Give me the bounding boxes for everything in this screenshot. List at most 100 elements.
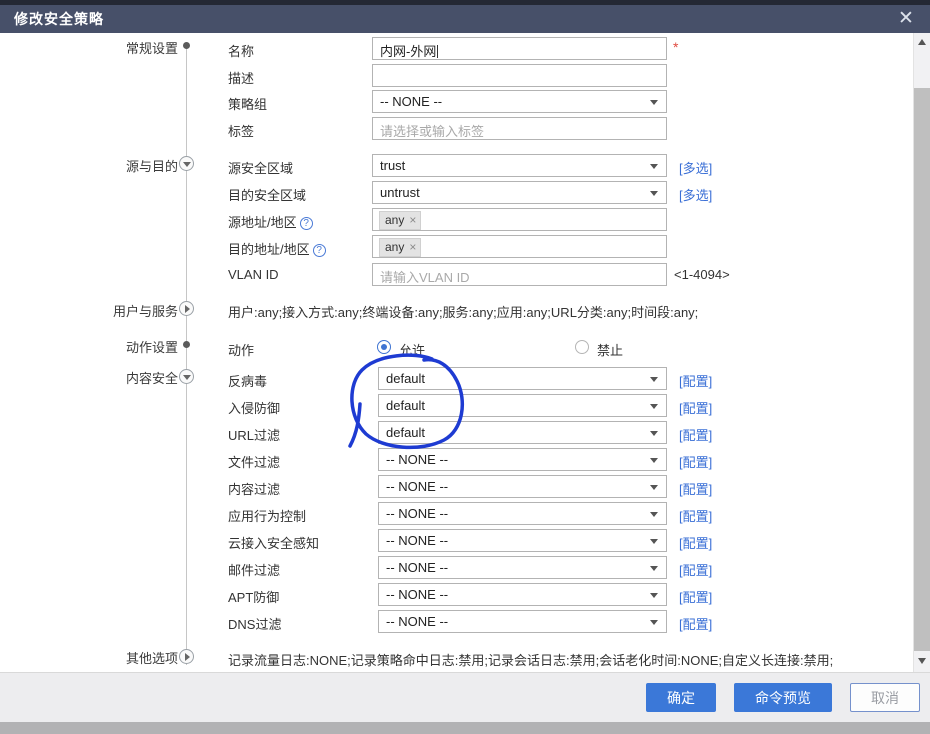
app-behavior-config-link[interactable]: [配置]: [679, 506, 712, 525]
url-filter-value: default: [386, 425, 425, 440]
form-row-vlan: VLAN ID 请输入VLAN ID <1-4094>: [0, 263, 913, 287]
form-row-action: 动作 允许 禁止: [0, 336, 913, 360]
app-behavior-select[interactable]: -- NONE --: [378, 502, 667, 525]
allow-radio-label: 允许: [399, 340, 425, 359]
form-row-mail-filter: 邮件过滤 -- NONE -- [配置]: [0, 556, 913, 580]
ok-button[interactable]: 确定: [646, 683, 716, 712]
help-icon[interactable]: ?: [300, 217, 313, 230]
vlan-input[interactable]: 请输入VLAN ID: [372, 263, 667, 286]
dst-zone-value: untrust: [380, 185, 420, 200]
src-address-label-text: 源地址/地区: [228, 215, 297, 230]
url-filter-config-link[interactable]: [配置]: [679, 425, 712, 444]
form-row-file-filter: 文件过滤 -- NONE -- [配置]: [0, 448, 913, 472]
apt-defense-value: -- NONE --: [386, 587, 448, 602]
scrollbar-thumb[interactable]: [914, 88, 930, 651]
tag-input[interactable]: 请选择或输入标签: [372, 117, 667, 140]
name-label: 名称: [228, 41, 254, 60]
policy-group-select[interactable]: -- NONE --: [372, 90, 667, 113]
dst-zone-select[interactable]: untrust: [372, 181, 667, 204]
close-icon[interactable]: ✕: [894, 7, 918, 31]
dialog-title: 修改安全策略: [14, 9, 104, 29]
dialog-titlebar: 修改安全策略 ✕: [0, 5, 930, 33]
cloud-access-config-link[interactable]: [配置]: [679, 533, 712, 552]
form-row-tag: 标签 请选择或输入标签: [0, 117, 913, 141]
dns-filter-select[interactable]: -- NONE --: [378, 610, 667, 633]
url-filter-select[interactable]: default: [378, 421, 667, 444]
src-zone-multi-link[interactable]: [多选]: [679, 158, 712, 177]
dropdown-caret-icon: [650, 404, 658, 409]
allow-radio[interactable]: [377, 340, 391, 354]
dropdown-caret-icon: [650, 620, 658, 625]
dst-zone-multi-link[interactable]: [多选]: [679, 185, 712, 204]
cloud-access-select[interactable]: -- NONE --: [378, 529, 667, 552]
help-icon[interactable]: ?: [313, 244, 326, 257]
src-address-input[interactable]: any ×: [372, 208, 667, 231]
form-row-dns-filter: DNS过滤 -- NONE -- [配置]: [0, 610, 913, 634]
required-asterisk: *: [673, 39, 678, 55]
apt-defense-config-link[interactable]: [配置]: [679, 587, 712, 606]
name-value: 内网-外网: [380, 44, 436, 59]
apt-defense-select[interactable]: -- NONE --: [378, 583, 667, 606]
dns-filter-config-link[interactable]: [配置]: [679, 614, 712, 633]
other-options-summary: 记录流量日志:NONE;记录策略命中日志:禁用;记录会话日志:禁用;会话老化时间…: [228, 650, 833, 669]
app-behavior-value: -- NONE --: [386, 506, 448, 521]
address-chip: any ×: [379, 211, 421, 230]
remove-chip-icon[interactable]: ×: [409, 240, 416, 254]
content-filter-value: -- NONE --: [386, 479, 448, 494]
form-row-dst-address: 目的地址/地区? any×: [0, 235, 913, 259]
form-row-name: 名称 内网-外网 *: [0, 37, 913, 61]
dropdown-caret-icon: [650, 539, 658, 544]
scroll-up-icon[interactable]: [918, 39, 926, 45]
action-label: 动作: [228, 340, 254, 359]
command-preview-button[interactable]: 命令预览: [734, 683, 832, 712]
ips-value: default: [386, 398, 425, 413]
dst-address-label: 目的地址/地区?: [228, 239, 326, 258]
src-zone-select[interactable]: trust: [372, 154, 667, 177]
description-input[interactable]: [372, 64, 667, 87]
form-row-app-behavior: 应用行为控制 -- NONE -- [配置]: [0, 502, 913, 526]
file-filter-select[interactable]: -- NONE --: [378, 448, 667, 471]
antivirus-label: 反病毒: [228, 371, 267, 390]
description-label: 描述: [228, 68, 254, 87]
form-row-apt-defense: APT防御 -- NONE -- [配置]: [0, 583, 913, 607]
file-filter-config-link[interactable]: [配置]: [679, 452, 712, 471]
remove-chip-icon[interactable]: ×: [409, 213, 416, 227]
scroll-down-icon[interactable]: [918, 658, 926, 664]
user-service-summary: 用户:any;接入方式:any;终端设备:any;服务:any;应用:any;U…: [228, 302, 698, 321]
mail-filter-select[interactable]: -- NONE --: [378, 556, 667, 579]
dropdown-caret-icon: [650, 191, 658, 196]
form-row-src-address: 源地址/地区? any ×: [0, 208, 913, 232]
cancel-button[interactable]: 取消: [850, 683, 920, 712]
content-filter-config-link[interactable]: [配置]: [679, 479, 712, 498]
content-filter-label: 内容过滤: [228, 479, 280, 498]
app-behavior-label: 应用行为控制: [228, 506, 306, 525]
dst-address-input[interactable]: any×: [372, 235, 667, 258]
name-input[interactable]: 内网-外网: [372, 37, 667, 60]
antivirus-value: default: [386, 371, 425, 386]
antivirus-config-link[interactable]: [配置]: [679, 371, 712, 390]
form-row-cloud-access: 云接入安全感知 -- NONE -- [配置]: [0, 529, 913, 553]
antivirus-select[interactable]: default: [378, 367, 667, 390]
mail-filter-config-link[interactable]: [配置]: [679, 560, 712, 579]
dropdown-caret-icon: [650, 566, 658, 571]
cloud-access-value: -- NONE --: [386, 533, 448, 548]
form-row-content-filter: 内容过滤 -- NONE -- [配置]: [0, 475, 913, 499]
content-filter-select[interactable]: -- NONE --: [378, 475, 667, 498]
form-row-antivirus: 反病毒 default [配置]: [0, 367, 913, 391]
dialog-body: 常规设置 源与目的 用户与服务 动作设置 内容安全 其他选项 名称 内网-外网 …: [0, 33, 913, 672]
form-row-url-filter: URL过滤 default [配置]: [0, 421, 913, 445]
other-options-row: 记录流量日志:NONE;记录策略命中日志:禁用;记录会话日志:禁用;会话老化时间…: [0, 648, 913, 672]
dst-zone-label: 目的安全区域: [228, 185, 306, 204]
tag-placeholder: 请选择或输入标签: [380, 124, 484, 139]
deny-radio[interactable]: [575, 340, 589, 354]
vertical-scrollbar[interactable]: [913, 33, 930, 672]
dropdown-caret-icon: [650, 431, 658, 436]
cloud-access-label: 云接入安全感知: [228, 533, 319, 552]
ips-config-link[interactable]: [配置]: [679, 398, 712, 417]
ips-select[interactable]: default: [378, 394, 667, 417]
chip-label: any: [385, 213, 404, 227]
dns-filter-label: DNS过滤: [228, 614, 281, 633]
policy-group-value: -- NONE --: [380, 94, 442, 109]
text-cursor: [437, 45, 438, 58]
user-service-row: 用户:any;接入方式:any;终端设备:any;服务:any;应用:any;U…: [0, 300, 913, 324]
